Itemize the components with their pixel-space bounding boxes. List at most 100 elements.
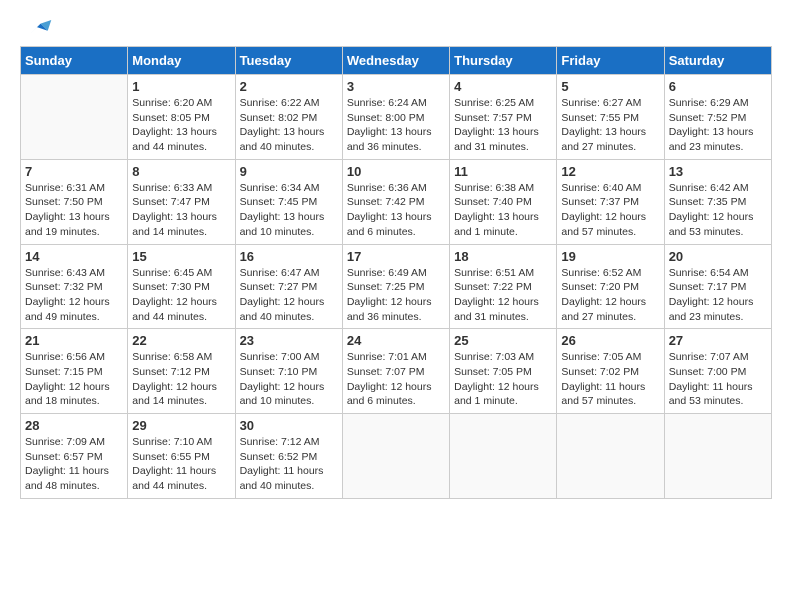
day-info: Sunrise: 7:03 AMSunset: 7:05 PMDaylight:…	[454, 350, 552, 409]
day-info: Sunrise: 6:33 AMSunset: 7:47 PMDaylight:…	[132, 181, 230, 240]
day-info: Sunrise: 7:10 AMSunset: 6:55 PMDaylight:…	[132, 435, 230, 494]
day-info: Sunrise: 6:40 AMSunset: 7:37 PMDaylight:…	[561, 181, 659, 240]
day-number: 30	[240, 418, 338, 433]
day-header-monday: Monday	[128, 47, 235, 75]
calendar-cell: 14 Sunrise: 6:43 AMSunset: 7:32 PMDayligh…	[21, 244, 128, 329]
day-info: Sunrise: 6:54 AMSunset: 7:17 PMDaylight:…	[669, 266, 767, 325]
day-info: Sunrise: 6:51 AMSunset: 7:22 PMDaylight:…	[454, 266, 552, 325]
calendar-cell: 24 Sunrise: 7:01 AMSunset: 7:07 PMDayligh…	[342, 329, 449, 414]
day-info: Sunrise: 7:05 AMSunset: 7:02 PMDaylight:…	[561, 350, 659, 409]
logo	[20, 20, 52, 36]
day-number: 4	[454, 79, 552, 94]
day-info: Sunrise: 6:43 AMSunset: 7:32 PMDaylight:…	[25, 266, 123, 325]
day-number: 18	[454, 249, 552, 264]
day-number: 21	[25, 333, 123, 348]
calendar-cell: 2 Sunrise: 6:22 AMSunset: 8:02 PMDaylight…	[235, 75, 342, 160]
calendar-cell: 1 Sunrise: 6:20 AMSunset: 8:05 PMDaylight…	[128, 75, 235, 160]
day-number: 9	[240, 164, 338, 179]
calendar-cell: 21 Sunrise: 6:56 AMSunset: 7:15 PMDayligh…	[21, 329, 128, 414]
day-number: 10	[347, 164, 445, 179]
calendar-cell: 9 Sunrise: 6:34 AMSunset: 7:45 PMDaylight…	[235, 159, 342, 244]
day-header-thursday: Thursday	[450, 47, 557, 75]
calendar-cell: 20 Sunrise: 6:54 AMSunset: 7:17 PMDayligh…	[664, 244, 771, 329]
calendar-cell: 15 Sunrise: 6:45 AMSunset: 7:30 PMDayligh…	[128, 244, 235, 329]
day-number: 8	[132, 164, 230, 179]
calendar-cell: 16Sunrise: 6:47 AMSunset: 7:27 PMDayligh…	[235, 244, 342, 329]
day-number: 12	[561, 164, 659, 179]
day-header-friday: Friday	[557, 47, 664, 75]
day-info: Sunrise: 6:42 AMSunset: 7:35 PMDaylight:…	[669, 181, 767, 240]
calendar-cell: 5 Sunrise: 6:27 AMSunset: 7:55 PMDaylight…	[557, 75, 664, 160]
calendar-cell: 25 Sunrise: 7:03 AMSunset: 7:05 PMDayligh…	[450, 329, 557, 414]
day-info: Sunrise: 6:36 AMSunset: 7:42 PMDaylight:…	[347, 181, 445, 240]
calendar-week-2: 7 Sunrise: 6:31 AMSunset: 7:50 PMDaylight…	[21, 159, 772, 244]
day-number: 1	[132, 79, 230, 94]
day-info: Sunrise: 6:49 AMSunset: 7:25 PMDaylight:…	[347, 266, 445, 325]
calendar-cell: 11 Sunrise: 6:38 AMSunset: 7:40 PMDayligh…	[450, 159, 557, 244]
day-info: Sunrise: 6:22 AMSunset: 8:02 PMDaylight:…	[240, 96, 338, 155]
calendar-cell	[664, 414, 771, 499]
day-info: Sunrise: 7:01 AMSunset: 7:07 PMDaylight:…	[347, 350, 445, 409]
day-header-tuesday: Tuesday	[235, 47, 342, 75]
day-number: 17	[347, 249, 445, 264]
day-info: Sunrise: 6:25 AMSunset: 7:57 PMDaylight:…	[454, 96, 552, 155]
day-info: Sunrise: 7:12 AMSunset: 6:52 PMDaylight:…	[240, 435, 338, 494]
day-number: 16	[240, 249, 338, 264]
calendar-week-1: 1 Sunrise: 6:20 AMSunset: 8:05 PMDaylight…	[21, 75, 772, 160]
calendar-cell: 12 Sunrise: 6:40 AMSunset: 7:37 PMDayligh…	[557, 159, 664, 244]
calendar-week-4: 21 Sunrise: 6:56 AMSunset: 7:15 PMDayligh…	[21, 329, 772, 414]
calendar-cell: 26 Sunrise: 7:05 AMSunset: 7:02 PMDayligh…	[557, 329, 664, 414]
day-info: Sunrise: 6:24 AMSunset: 8:00 PMDaylight:…	[347, 96, 445, 155]
day-number: 7	[25, 164, 123, 179]
day-info: Sunrise: 6:45 AMSunset: 7:30 PMDaylight:…	[132, 266, 230, 325]
calendar-cell: 19 Sunrise: 6:52 AMSunset: 7:20 PMDayligh…	[557, 244, 664, 329]
day-number: 29	[132, 418, 230, 433]
calendar-cell: 29 Sunrise: 7:10 AMSunset: 6:55 PMDayligh…	[128, 414, 235, 499]
day-number: 15	[132, 249, 230, 264]
day-number: 13	[669, 164, 767, 179]
calendar-week-3: 14 Sunrise: 6:43 AMSunset: 7:32 PMDayligh…	[21, 244, 772, 329]
calendar-header-row: SundayMondayTuesdayWednesdayThursdayFrid…	[21, 47, 772, 75]
calendar-cell: 8 Sunrise: 6:33 AMSunset: 7:47 PMDaylight…	[128, 159, 235, 244]
calendar-cell: 4 Sunrise: 6:25 AMSunset: 7:57 PMDaylight…	[450, 75, 557, 160]
day-info: Sunrise: 7:09 AMSunset: 6:57 PMDaylight:…	[25, 435, 123, 494]
header	[20, 20, 772, 36]
day-header-saturday: Saturday	[664, 47, 771, 75]
day-number: 24	[347, 333, 445, 348]
day-info: Sunrise: 6:31 AMSunset: 7:50 PMDaylight:…	[25, 181, 123, 240]
day-number: 5	[561, 79, 659, 94]
day-number: 27	[669, 333, 767, 348]
day-number: 26	[561, 333, 659, 348]
day-number: 3	[347, 79, 445, 94]
day-header-wednesday: Wednesday	[342, 47, 449, 75]
day-info: Sunrise: 6:27 AMSunset: 7:55 PMDaylight:…	[561, 96, 659, 155]
day-number: 19	[561, 249, 659, 264]
calendar-cell	[342, 414, 449, 499]
day-info: Sunrise: 7:07 AMSunset: 7:00 PMDaylight:…	[669, 350, 767, 409]
day-number: 25	[454, 333, 552, 348]
calendar-cell: 13 Sunrise: 6:42 AMSunset: 7:35 PMDayligh…	[664, 159, 771, 244]
day-number: 20	[669, 249, 767, 264]
day-number: 23	[240, 333, 338, 348]
day-number: 28	[25, 418, 123, 433]
day-number: 2	[240, 79, 338, 94]
calendar-cell: 17 Sunrise: 6:49 AMSunset: 7:25 PMDayligh…	[342, 244, 449, 329]
day-info: Sunrise: 6:52 AMSunset: 7:20 PMDaylight:…	[561, 266, 659, 325]
day-info: Sunrise: 6:56 AMSunset: 7:15 PMDaylight:…	[25, 350, 123, 409]
calendar-cell	[557, 414, 664, 499]
day-number: 6	[669, 79, 767, 94]
day-info: Sunrise: 6:38 AMSunset: 7:40 PMDaylight:…	[454, 181, 552, 240]
calendar-cell	[21, 75, 128, 160]
calendar-cell: 27 Sunrise: 7:07 AMSunset: 7:00 PMDayligh…	[664, 329, 771, 414]
day-info: Sunrise: 6:34 AMSunset: 7:45 PMDaylight:…	[240, 181, 338, 240]
day-number: 14	[25, 249, 123, 264]
day-number: 22	[132, 333, 230, 348]
day-number: 11	[454, 164, 552, 179]
day-info: Sunrise: 6:20 AMSunset: 8:05 PMDaylight:…	[132, 96, 230, 155]
calendar-cell: 6Sunrise: 6:29 AMSunset: 7:52 PMDaylight…	[664, 75, 771, 160]
day-info: Sunrise: 7:00 AMSunset: 7:10 PMDaylight:…	[240, 350, 338, 409]
calendar-cell: 10 Sunrise: 6:36 AMSunset: 7:42 PMDayligh…	[342, 159, 449, 244]
calendar-cell: 28 Sunrise: 7:09 AMSunset: 6:57 PMDayligh…	[21, 414, 128, 499]
calendar-cell: 23 Sunrise: 7:00 AMSunset: 7:10 PMDayligh…	[235, 329, 342, 414]
calendar-cell: 7 Sunrise: 6:31 AMSunset: 7:50 PMDaylight…	[21, 159, 128, 244]
